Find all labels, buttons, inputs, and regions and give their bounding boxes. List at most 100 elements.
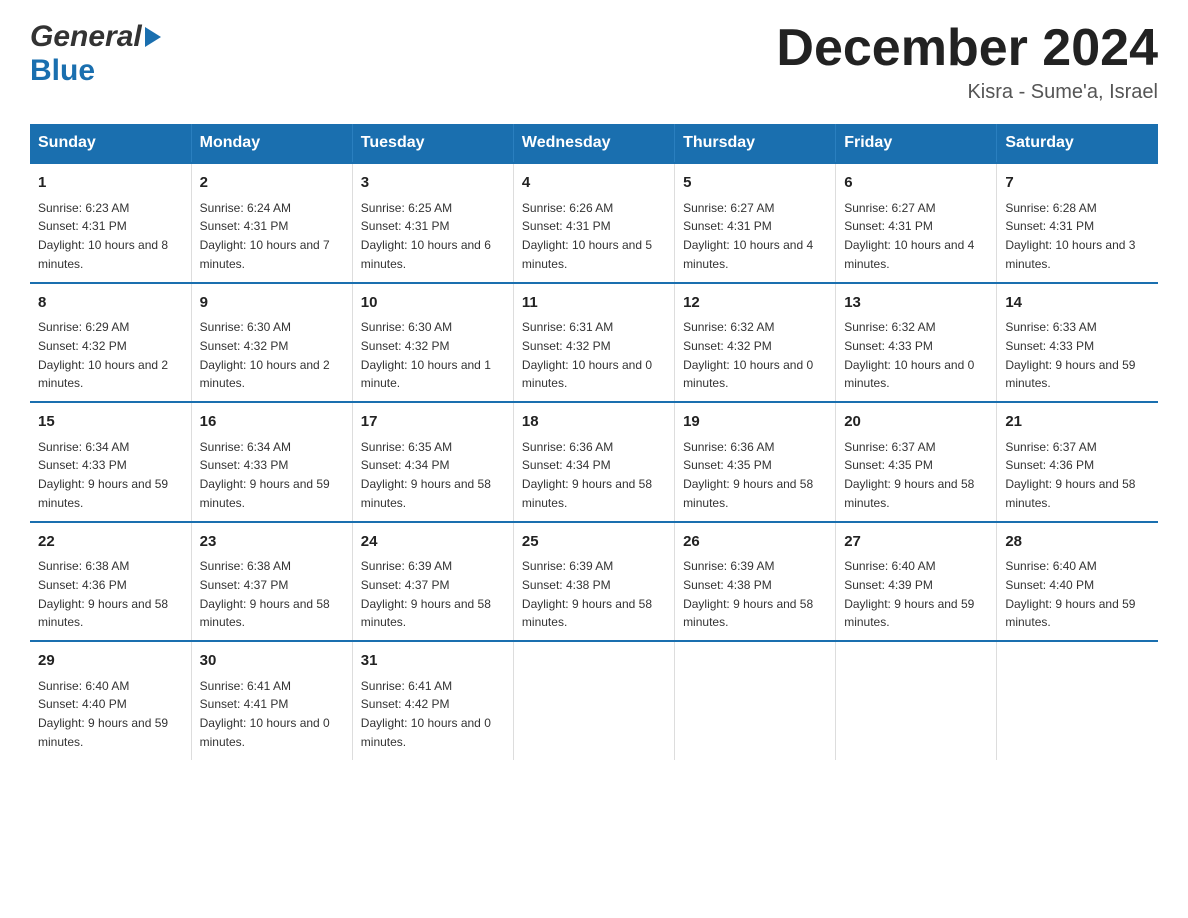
calendar-cell: 24 Sunrise: 6:39 AMSunset: 4:37 PMDayligh… [352,522,513,642]
calendar-cell: 14 Sunrise: 6:33 AMSunset: 4:33 PMDayligh… [997,283,1158,403]
day-number: 24 [361,531,505,554]
title-section: December 2024 Kisra - Sume'a, Israel [776,20,1158,104]
logo-arrow-icon [145,27,161,47]
calendar-cell [675,641,836,760]
calendar-cell: 4 Sunrise: 6:26 AMSunset: 4:31 PMDaylight… [513,163,674,283]
logo-general: General [30,20,142,54]
weekday-header-tuesday: Tuesday [352,124,513,163]
calendar-cell [513,641,674,760]
weekday-header-saturday: Saturday [997,124,1158,163]
day-info: Sunrise: 6:37 AMSunset: 4:36 PMDaylight:… [1005,440,1135,510]
day-info: Sunrise: 6:38 AMSunset: 4:37 PMDaylight:… [200,559,330,629]
calendar-cell: 3 Sunrise: 6:25 AMSunset: 4:31 PMDaylight… [352,163,513,283]
calendar-cell: 6Sunrise: 6:27 AMSunset: 4:31 PMDaylight… [836,163,997,283]
day-number: 20 [844,411,988,434]
calendar-cell: 5 Sunrise: 6:27 AMSunset: 4:31 PMDaylight… [675,163,836,283]
calendar-cell: 16Sunrise: 6:34 AMSunset: 4:33 PMDayligh… [191,402,352,522]
calendar-cell: 1 Sunrise: 6:23 AMSunset: 4:31 PMDaylight… [30,163,191,283]
calendar-cell: 7Sunrise: 6:28 AMSunset: 4:31 PMDaylight… [997,163,1158,283]
weekday-header-wednesday: Wednesday [513,124,674,163]
day-number: 9 [200,292,344,315]
weekday-header-monday: Monday [191,124,352,163]
weekday-header-thursday: Thursday [675,124,836,163]
day-info: Sunrise: 6:41 AMSunset: 4:41 PMDaylight:… [200,679,330,749]
day-number: 1 [38,172,183,195]
day-info: Sunrise: 6:37 AMSunset: 4:35 PMDaylight:… [844,440,974,510]
day-info: Sunrise: 6:36 AMSunset: 4:34 PMDaylight:… [522,440,652,510]
calendar-table: SundayMondayTuesdayWednesdayThursdayFrid… [30,124,1158,760]
day-info: Sunrise: 6:41 AMSunset: 4:42 PMDaylight:… [361,679,491,749]
day-info: Sunrise: 6:40 AMSunset: 4:40 PMDaylight:… [38,679,168,749]
day-number: 26 [683,531,827,554]
day-info: Sunrise: 6:34 AMSunset: 4:33 PMDaylight:… [200,440,330,510]
day-number: 10 [361,292,505,315]
day-number: 5 [683,172,827,195]
day-info: Sunrise: 6:33 AMSunset: 4:33 PMDaylight:… [1005,320,1135,390]
week-row-4: 22 Sunrise: 6:38 AMSunset: 4:36 PMDayligh… [30,522,1158,642]
day-info: Sunrise: 6:23 AMSunset: 4:31 PMDaylight:… [38,201,168,271]
day-info: Sunrise: 6:40 AMSunset: 4:39 PMDaylight:… [844,559,974,629]
calendar-cell: 12Sunrise: 6:32 AMSunset: 4:32 PMDayligh… [675,283,836,403]
calendar-cell: 28 Sunrise: 6:40 AMSunset: 4:40 PMDayligh… [997,522,1158,642]
week-row-3: 15 Sunrise: 6:34 AMSunset: 4:33 PMDayligh… [30,402,1158,522]
calendar-cell: 31 Sunrise: 6:41 AMSunset: 4:42 PMDayligh… [352,641,513,760]
day-info: Sunrise: 6:32 AMSunset: 4:33 PMDaylight:… [844,320,974,390]
calendar-cell: 11Sunrise: 6:31 AMSunset: 4:32 PMDayligh… [513,283,674,403]
day-number: 12 [683,292,827,315]
month-title: December 2024 [776,20,1158,77]
logo-blue: Blue [30,54,95,88]
day-info: Sunrise: 6:26 AMSunset: 4:31 PMDaylight:… [522,201,652,271]
calendar-cell: 26 Sunrise: 6:39 AMSunset: 4:38 PMDayligh… [675,522,836,642]
day-info: Sunrise: 6:39 AMSunset: 4:38 PMDaylight:… [522,559,652,629]
day-number: 17 [361,411,505,434]
day-info: Sunrise: 6:38 AMSunset: 4:36 PMDaylight:… [38,559,168,629]
day-info: Sunrise: 6:34 AMSunset: 4:33 PMDaylight:… [38,440,168,510]
day-number: 3 [361,172,505,195]
day-number: 11 [522,292,666,315]
day-number: 4 [522,172,666,195]
day-number: 28 [1005,531,1150,554]
day-info: Sunrise: 6:36 AMSunset: 4:35 PMDaylight:… [683,440,813,510]
day-number: 18 [522,411,666,434]
day-number: 23 [200,531,344,554]
day-number: 29 [38,650,183,673]
day-info: Sunrise: 6:27 AMSunset: 4:31 PMDaylight:… [844,201,974,271]
day-number: 2 [200,172,344,195]
day-number: 15 [38,411,183,434]
day-info: Sunrise: 6:39 AMSunset: 4:37 PMDaylight:… [361,559,491,629]
weekday-header-sunday: Sunday [30,124,191,163]
calendar-cell: 23 Sunrise: 6:38 AMSunset: 4:37 PMDayligh… [191,522,352,642]
calendar-cell: 18 Sunrise: 6:36 AMSunset: 4:34 PMDayligh… [513,402,674,522]
day-info: Sunrise: 6:29 AMSunset: 4:32 PMDaylight:… [38,320,168,390]
calendar-cell: 9 Sunrise: 6:30 AMSunset: 4:32 PMDaylight… [191,283,352,403]
calendar-cell: 17 Sunrise: 6:35 AMSunset: 4:34 PMDayligh… [352,402,513,522]
calendar-cell: 13Sunrise: 6:32 AMSunset: 4:33 PMDayligh… [836,283,997,403]
day-info: Sunrise: 6:25 AMSunset: 4:31 PMDaylight:… [361,201,491,271]
day-info: Sunrise: 6:35 AMSunset: 4:34 PMDaylight:… [361,440,491,510]
page-header: General Blue December 2024 Kisra - Sume'… [30,20,1158,104]
day-info: Sunrise: 6:30 AMSunset: 4:32 PMDaylight:… [200,320,330,390]
calendar-cell: 15 Sunrise: 6:34 AMSunset: 4:33 PMDayligh… [30,402,191,522]
day-number: 31 [361,650,505,673]
day-number: 22 [38,531,183,554]
calendar-cell [997,641,1158,760]
calendar-cell: 8 Sunrise: 6:29 AMSunset: 4:32 PMDaylight… [30,283,191,403]
day-number: 30 [200,650,344,673]
calendar-cell: 10 Sunrise: 6:30 AMSunset: 4:32 PMDayligh… [352,283,513,403]
logo: General Blue [30,20,164,88]
day-number: 14 [1005,292,1150,315]
day-number: 19 [683,411,827,434]
week-row-2: 8 Sunrise: 6:29 AMSunset: 4:32 PMDaylight… [30,283,1158,403]
day-info: Sunrise: 6:28 AMSunset: 4:31 PMDaylight:… [1005,201,1135,271]
calendar-cell [836,641,997,760]
week-row-5: 29 Sunrise: 6:40 AMSunset: 4:40 PMDayligh… [30,641,1158,760]
day-info: Sunrise: 6:30 AMSunset: 4:32 PMDaylight:… [361,320,491,390]
day-info: Sunrise: 6:27 AMSunset: 4:31 PMDaylight:… [683,201,813,271]
day-info: Sunrise: 6:39 AMSunset: 4:38 PMDaylight:… [683,559,813,629]
calendar-cell: 21 Sunrise: 6:37 AMSunset: 4:36 PMDayligh… [997,402,1158,522]
day-number: 8 [38,292,183,315]
day-number: 21 [1005,411,1150,434]
day-info: Sunrise: 6:40 AMSunset: 4:40 PMDaylight:… [1005,559,1135,629]
week-row-1: 1 Sunrise: 6:23 AMSunset: 4:31 PMDaylight… [30,163,1158,283]
day-number: 25 [522,531,666,554]
